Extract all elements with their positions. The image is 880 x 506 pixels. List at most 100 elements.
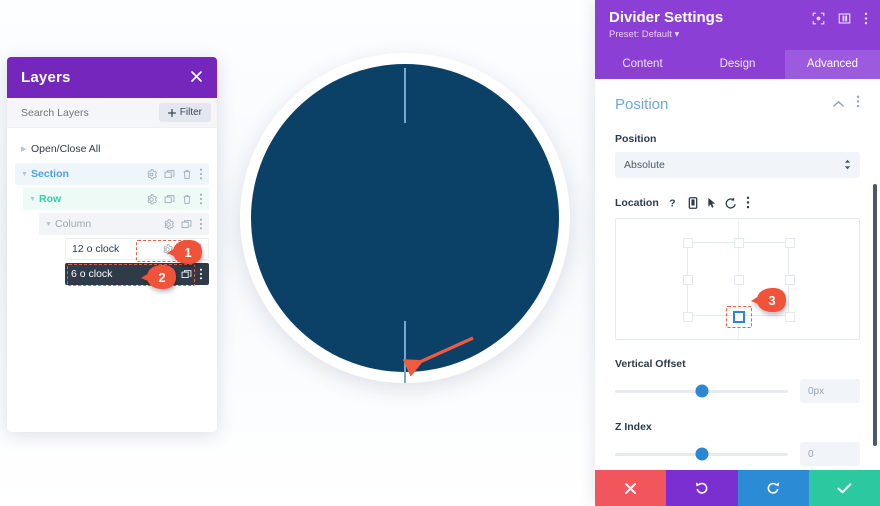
undo-button[interactable] [666, 470, 738, 506]
select-updown-icon [844, 159, 851, 171]
position-section-title[interactable]: Position [615, 96, 668, 113]
settings-panel-tabs: Content Design Advanced [595, 50, 880, 79]
layers-panel-title: Layers [21, 69, 71, 86]
z-index-label: Z Index [615, 421, 652, 433]
tab-advanced[interactable]: Advanced [785, 50, 880, 79]
filter-button-label: Filter [179, 107, 202, 118]
chevron-down-icon: ▾ [674, 29, 680, 40]
kebab-icon[interactable] [199, 268, 203, 280]
chevron-down-icon[interactable]: ▼ [45, 221, 55, 228]
anchor-middle-right[interactable] [784, 275, 795, 285]
screen-root: Layers Filter ▶ Open/Close All [0, 0, 880, 506]
reset-icon[interactable] [725, 197, 737, 209]
chevron-up-icon[interactable] [833, 95, 844, 113]
preset-label: Preset: Default [609, 29, 672, 40]
undo-icon [695, 482, 708, 494]
chevron-down-icon[interactable]: ▼ [21, 171, 31, 178]
chevron-right-icon[interactable]: ▶ [21, 146, 31, 153]
kebab-icon[interactable] [199, 193, 203, 205]
check-icon [837, 482, 852, 493]
layer-label: 12 o clock [72, 243, 120, 255]
gear-icon[interactable] [146, 168, 157, 180]
location-anchor-grid[interactable] [615, 218, 860, 340]
kebab-icon[interactable] [864, 12, 868, 25]
layers-panel-header: Layers [7, 57, 217, 98]
z-index-value[interactable]: 0 [800, 442, 860, 466]
anchor-top-center[interactable] [733, 238, 744, 248]
callout-badge-1: 1 [167, 239, 203, 265]
kebab-icon[interactable] [746, 196, 750, 209]
duplicate-icon[interactable] [164, 194, 175, 205]
layout-icon[interactable] [838, 12, 851, 25]
callout-badge-3: 3 [751, 287, 787, 313]
kebab-icon[interactable] [199, 168, 203, 180]
vertical-offset-slider[interactable] [615, 384, 788, 398]
kebab-icon[interactable] [199, 218, 203, 230]
callout-badge-1-number: 1 [184, 244, 192, 260]
gear-icon[interactable] [146, 193, 157, 205]
settings-panel-header-icons [812, 12, 868, 25]
anchor-middle-left[interactable] [682, 275, 693, 285]
vertical-offset-group: Vertical Offset 0px [615, 358, 860, 403]
anchor-bottom-right[interactable] [784, 312, 795, 322]
callout-badge-3-number: 3 [768, 292, 776, 308]
pointer-arrow-icon [402, 336, 474, 377]
tab-content[interactable]: Content [595, 50, 690, 79]
anchor-top-right[interactable] [784, 238, 795, 248]
layer-row-6-oclock[interactable]: 6 o clock [65, 263, 209, 285]
plus-icon [167, 108, 176, 117]
layers-search-bar: Filter [7, 98, 217, 128]
z-index-slider-knob[interactable] [695, 447, 708, 461]
z-index-slider[interactable] [615, 447, 788, 461]
callout-badge-2: 2 [141, 264, 177, 290]
layer-label: Row [39, 193, 62, 205]
layer-label: Section [31, 168, 69, 180]
layer-label: Open/Close All [31, 143, 101, 155]
divider-hand-12-oclock[interactable] [404, 68, 406, 123]
location-field-label: Location [615, 196, 659, 209]
position-select[interactable]: Absolute [615, 152, 860, 178]
gear-icon[interactable] [163, 218, 174, 230]
redo-button[interactable] [737, 470, 809, 506]
tab-design[interactable]: Design [690, 50, 785, 79]
settings-panel-body: Position Position Absolute Location ? Ve… [595, 79, 880, 470]
vertical-offset-label: Vertical Offset [615, 358, 686, 370]
trash-icon[interactable] [182, 169, 192, 180]
layer-label: Column [55, 218, 92, 230]
settings-panel-header: Divider Settings Preset: Default ▾ [595, 0, 880, 50]
duplicate-icon[interactable] [181, 219, 192, 230]
highlight-box-anchor-bottom-center [725, 306, 752, 328]
position-select-value: Absolute [624, 159, 665, 171]
settings-panel-scrollbar[interactable] [873, 184, 877, 446]
duplicate-icon[interactable] [164, 169, 175, 180]
location-field-row: Location ? [615, 196, 860, 209]
close-icon[interactable] [190, 70, 203, 86]
hover-pointer-icon[interactable] [707, 197, 716, 209]
duplicate-icon[interactable] [181, 269, 192, 280]
divider-settings-panel: Divider Settings Preset: Default ▾ Conte… [595, 0, 880, 506]
search-input[interactable] [21, 106, 159, 119]
anchor-top-left[interactable] [682, 238, 693, 248]
layer-row-row[interactable]: ▼ Row [23, 188, 209, 210]
preset-selector[interactable]: Preset: Default ▾ [609, 29, 866, 40]
help-icon[interactable]: ? [668, 197, 679, 209]
kebab-icon[interactable] [856, 95, 860, 113]
layer-row-section[interactable]: ▼ Section [15, 163, 209, 185]
anchor-bottom-left[interactable] [682, 312, 693, 322]
layer-row-open-close-all[interactable]: ▶ Open/Close All [15, 138, 209, 160]
filter-button[interactable]: Filter [158, 103, 211, 122]
vertical-offset-value[interactable]: 0px [800, 379, 860, 403]
layer-row-column[interactable]: ▼ Column [39, 213, 209, 235]
settings-panel-footer [595, 470, 880, 506]
svg-text:?: ? [669, 198, 675, 209]
save-button[interactable] [808, 470, 880, 506]
callout-badge-2-number: 2 [158, 269, 166, 285]
vertical-offset-slider-knob[interactable] [695, 384, 708, 398]
trash-icon[interactable] [182, 194, 192, 205]
responsive-icon[interactable] [688, 196, 698, 209]
position-field-label: Position [615, 133, 657, 145]
cancel-button[interactable] [595, 470, 667, 506]
focus-icon[interactable] [812, 12, 825, 25]
anchor-middle-center[interactable] [733, 275, 744, 285]
chevron-down-icon[interactable]: ▼ [29, 196, 39, 203]
